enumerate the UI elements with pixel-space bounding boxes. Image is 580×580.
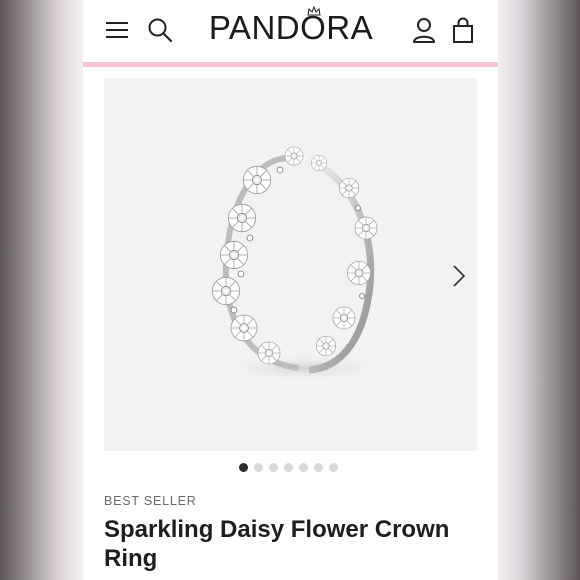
site-header: PANDORA xyxy=(83,0,498,62)
ring-illustration xyxy=(211,146,384,382)
brand-name: PANDORA xyxy=(208,9,374,46)
pagination-dot[interactable] xyxy=(314,462,323,472)
crown-icon xyxy=(307,6,321,16)
brand-logo[interactable]: PANDORA xyxy=(203,6,379,48)
header-accent-stripe xyxy=(83,62,498,67)
shopping-bag-icon[interactable] xyxy=(452,17,474,44)
pagination-dot[interactable] xyxy=(239,462,248,472)
pagination-dot[interactable] xyxy=(284,462,293,472)
pagination-dot[interactable] xyxy=(254,462,263,472)
product-page: PANDORA BEST SELLER Sparkling Daisy Flow… xyxy=(83,0,498,580)
pagination-dot[interactable] xyxy=(269,462,278,472)
user-account-icon[interactable] xyxy=(412,17,436,44)
hamburger-menu-icon[interactable] xyxy=(105,19,129,41)
product-title: Sparkling Daisy Flower Crown Ring xyxy=(104,516,450,572)
product-image[interactable] xyxy=(104,78,477,451)
pagination-dot[interactable] xyxy=(299,462,308,472)
gallery-pagination xyxy=(239,461,349,473)
chevron-right-icon[interactable] xyxy=(451,264,467,288)
search-icon[interactable] xyxy=(147,17,173,43)
pagination-dot[interactable] xyxy=(329,462,338,472)
best-seller-badge: BEST SELLER xyxy=(104,494,197,508)
